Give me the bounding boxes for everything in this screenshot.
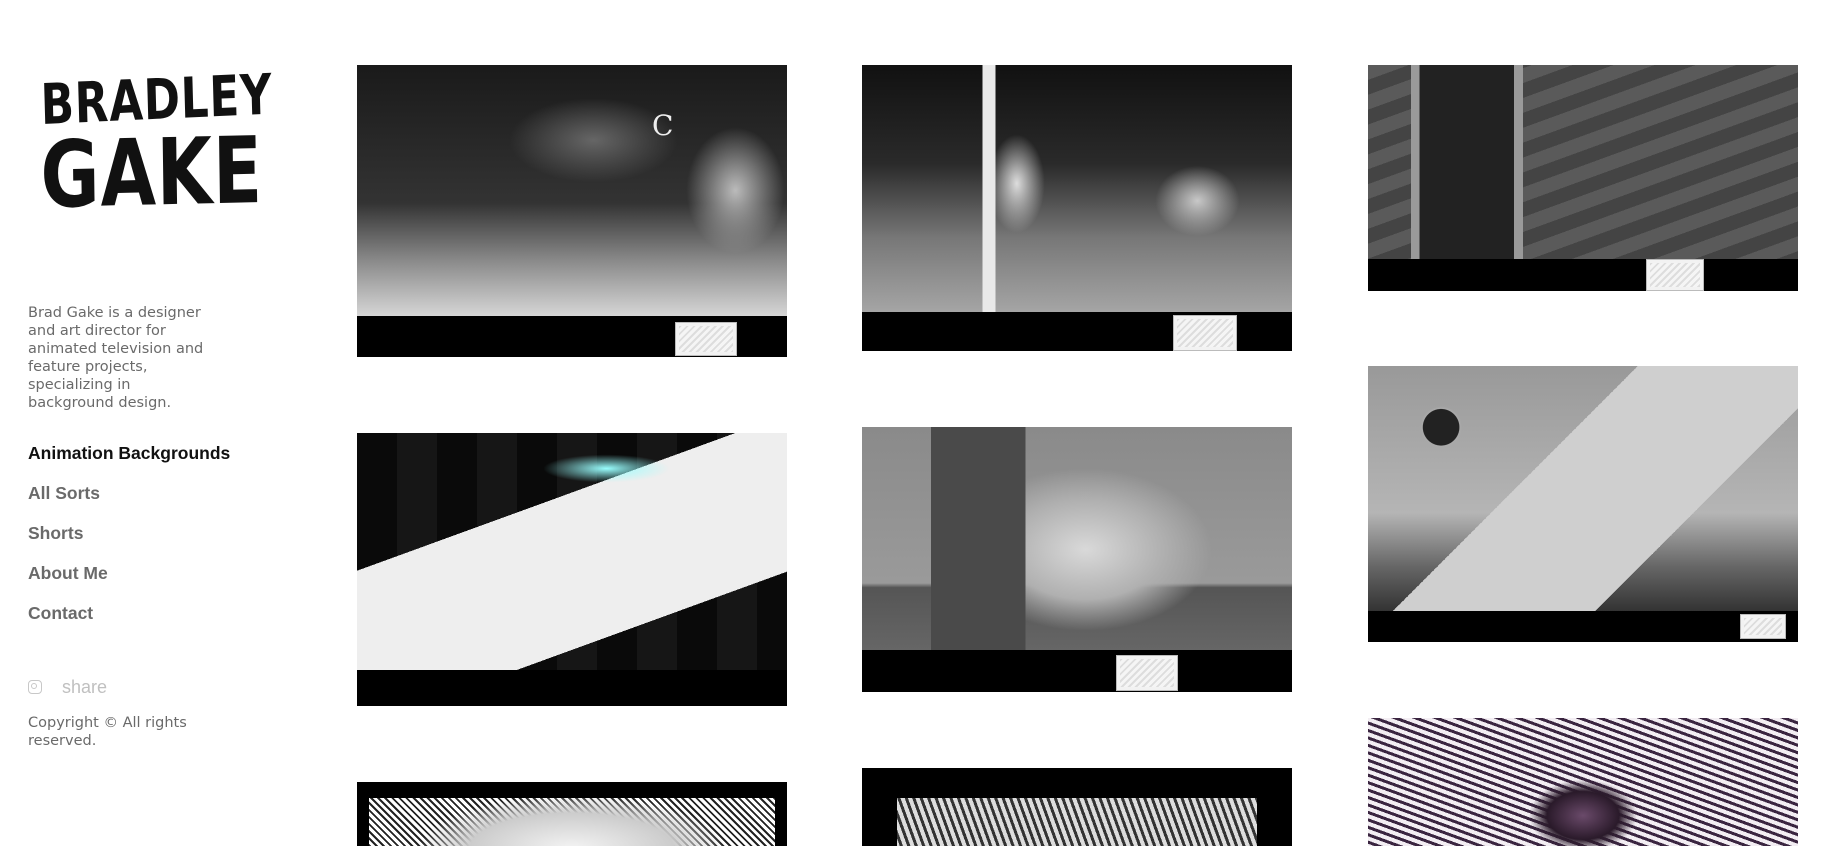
gallery-item-haunted-mansion[interactable]: C <box>357 65 787 357</box>
gallery-item-ink-landscape[interactable] <box>357 782 787 846</box>
nav-item-contact[interactable]: Contact <box>28 603 268 643</box>
page: { "site": { "logo_line1": "BRADLEY", "lo… <box>0 0 1829 846</box>
storyboard-inset <box>1646 259 1704 291</box>
storyboard-inset <box>1173 315 1237 351</box>
storyboard-inset <box>1740 614 1786 639</box>
sidebar: BRADLEY GAKE Brad Gake is a designer and… <box>28 0 273 846</box>
gallery-item-evil-plans-desk[interactable] <box>862 427 1292 692</box>
nav-item-about-me[interactable]: About Me <box>28 563 268 603</box>
gallery-item-porch-lantern-mirror[interactable] <box>862 65 1292 351</box>
nav-item-all-sorts[interactable]: All Sorts <box>28 483 268 523</box>
gallery-image <box>1368 65 1798 259</box>
copyright: Copyright © All rights reserved. <box>28 715 187 749</box>
nav-item-animation-backgrounds[interactable]: Animation Backgrounds <box>28 443 268 483</box>
gallery-item-attic-mirror[interactable] <box>1368 65 1798 291</box>
nav-item-shorts[interactable]: Shorts <box>28 523 268 563</box>
storyboard-inset <box>1116 655 1178 691</box>
gallery-image <box>357 433 787 670</box>
gallery-image <box>897 790 1257 846</box>
gallery-image <box>369 798 775 846</box>
logo-line-2: GAKE <box>39 117 264 229</box>
gallery-item-ink-interior[interactable] <box>862 768 1292 846</box>
gallery-image <box>862 65 1292 312</box>
site-bio: Brad Gake is a designer and art director… <box>28 305 204 411</box>
share-link[interactable]: share <box>62 677 107 698</box>
gallery-image <box>357 65 787 316</box>
main-nav: Animation Backgrounds All Sorts Shorts A… <box>28 443 268 643</box>
gallery-image <box>1368 366 1798 611</box>
instagram-icon[interactable] <box>28 680 42 694</box>
gallery-item-concert-stage[interactable] <box>357 433 787 706</box>
gallery-item-ink-dome[interactable] <box>1368 718 1798 846</box>
gallery-item-vault-money-bags[interactable] <box>1368 366 1798 642</box>
gallery-image <box>862 427 1292 650</box>
storyboard-inset <box>675 322 737 356</box>
gallery-image <box>1368 718 1798 846</box>
site-logo[interactable]: BRADLEY GAKE <box>39 63 280 248</box>
social-links: share <box>28 675 107 699</box>
moon-glyph: C <box>652 109 674 142</box>
